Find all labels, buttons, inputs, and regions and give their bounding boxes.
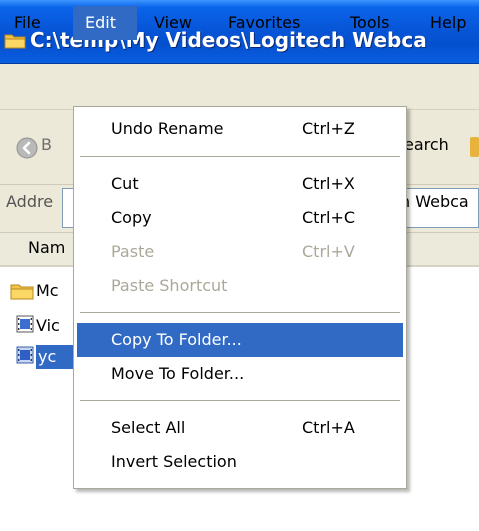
menu-favorites[interactable]: Favorites xyxy=(222,6,306,40)
menu-item-move-to-folder[interactable]: Move To Folder... xyxy=(77,357,403,391)
menu-item-copy[interactable]: Copy Ctrl+C xyxy=(77,201,403,235)
edit-menu-dropdown: Undo Rename Ctrl+Z Cut Ctrl+X Copy Ctrl+… xyxy=(73,106,407,489)
list-item[interactable]: Mc xyxy=(0,276,80,306)
menu-tools[interactable]: Tools xyxy=(344,6,395,40)
menu-item-copy-to-folder[interactable]: Copy To Folder... xyxy=(77,323,403,357)
video-file-icon xyxy=(16,315,34,333)
menu-separator xyxy=(80,156,400,157)
menu-edit[interactable]: Edit xyxy=(73,6,137,40)
menu-item-paste[interactable]: Paste Ctrl+V xyxy=(77,235,403,269)
menu-item-undo-rename[interactable]: Undo Rename Ctrl+Z xyxy=(77,112,403,146)
menu-item-paste-shortcut[interactable]: Paste Shortcut xyxy=(77,269,403,303)
search-button-label[interactable]: earch xyxy=(404,135,449,154)
address-value[interactable]: n Webca xyxy=(400,192,479,211)
menu-file[interactable]: File xyxy=(8,6,47,40)
address-label: Addre xyxy=(6,192,54,211)
menu-separator xyxy=(80,400,400,401)
menu-help[interactable]: Help xyxy=(424,6,472,40)
column-header-name[interactable]: Nam xyxy=(28,238,65,257)
menu-item-cut[interactable]: Cut Ctrl+X xyxy=(77,167,403,201)
menu-separator xyxy=(80,312,400,313)
list-item[interactable]: yc xyxy=(0,342,80,372)
menu-item-invert-selection[interactable]: Invert Selection xyxy=(77,445,403,479)
back-arrow-icon[interactable] xyxy=(16,137,38,159)
back-button-label[interactable]: B xyxy=(41,135,52,154)
video-file-icon xyxy=(16,346,34,364)
list-item[interactable]: Vic xyxy=(0,311,80,341)
menu-bar xyxy=(0,64,479,110)
menu-view[interactable]: View xyxy=(148,6,198,40)
folder-icon xyxy=(10,284,34,300)
folders-icon[interactable] xyxy=(470,137,479,157)
menu-item-select-all[interactable]: Select All Ctrl+A xyxy=(77,411,403,445)
